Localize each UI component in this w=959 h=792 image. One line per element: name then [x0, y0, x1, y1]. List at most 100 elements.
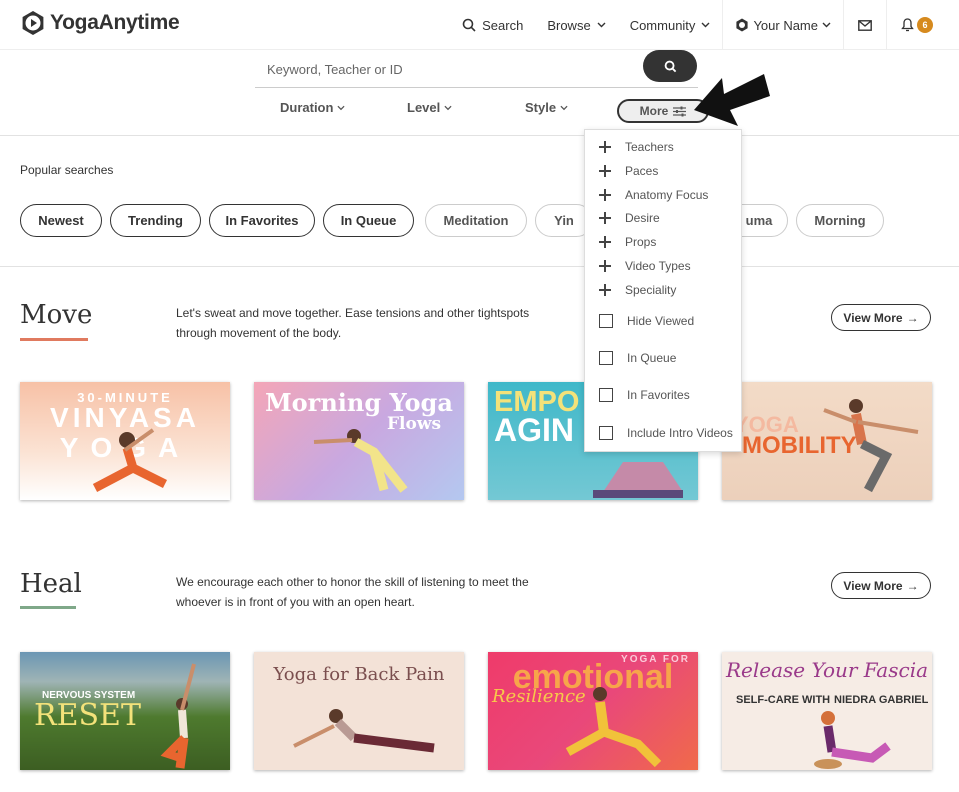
plus-icon [599, 212, 611, 224]
logo[interactable]: YogaAnytime [20, 10, 180, 36]
video-card-morning-yoga[interactable]: Morning Yoga Flows [254, 382, 464, 500]
card-title: NIEDRA GABRIEL [834, 694, 929, 706]
view-more-label: View More [843, 578, 903, 593]
nav-browse[interactable]: Browse [535, 0, 617, 50]
video-card-nervous-system-reset[interactable]: NERVOUS SYSTEM RESET [20, 652, 230, 770]
top-header: YogaAnytime Search Browse Community Your… [0, 0, 959, 50]
chevron-down-icon [444, 105, 452, 110]
desc-line: whoever is in front of you with an open … [176, 595, 415, 609]
pill-trending[interactable]: Trending [110, 204, 201, 237]
nav-messages[interactable] [843, 0, 886, 50]
dropdown-item-speciality[interactable]: Speciality [599, 283, 676, 297]
dropdown-label: Paces [625, 164, 659, 178]
nav-notifications[interactable]: 6 [886, 0, 959, 50]
video-card-vinyasa[interactable]: 30-MINUTE VINYASA YOGA [20, 382, 230, 500]
checkbox[interactable] [599, 426, 613, 440]
checkbox-label: In Favorites [627, 388, 690, 402]
annotation-arrow-icon [694, 74, 770, 126]
dropdown-label: Props [625, 235, 657, 249]
dropdown-label: Desire [625, 211, 660, 225]
logo-icon [22, 11, 44, 35]
view-more-move-button[interactable]: View More → [831, 304, 931, 331]
plus-icon [599, 236, 611, 248]
user-name-label: Your Name [753, 17, 818, 33]
yogi-figure-icon [565, 687, 662, 768]
desc-line: Let's sweat and move together. Ease tens… [176, 306, 530, 320]
pill-morning[interactable]: Morning [796, 204, 884, 237]
popular-searches-label: Popular searches [20, 163, 114, 177]
bell-icon [901, 18, 914, 32]
divider [0, 135, 959, 136]
chevron-down-icon [597, 22, 606, 28]
chevron-down-icon [822, 22, 831, 28]
search-input[interactable] [255, 52, 698, 88]
section-title-heal: Heal [20, 569, 82, 599]
dropdown-label: Teachers [625, 140, 674, 154]
section-underline [20, 338, 88, 341]
pill-newest[interactable]: Newest [20, 204, 102, 237]
plus-icon [599, 141, 611, 153]
chevron-down-icon [337, 105, 346, 110]
view-more-heal-button[interactable]: View More → [831, 572, 931, 599]
checkbox[interactable] [599, 351, 613, 365]
pill-meditation[interactable]: Meditation [425, 204, 527, 237]
more-filters-dropdown: Teachers Paces Anatomy Focus Desire Prop… [584, 129, 742, 452]
arrow-right-icon: → [906, 578, 919, 593]
nav-user-menu[interactable]: Your Name [722, 0, 843, 50]
checkbox-hide-viewed[interactable]: Hide Viewed [599, 314, 694, 328]
divider [0, 266, 959, 267]
nav-search[interactable]: Search [450, 0, 535, 50]
checkbox-include-intro-videos[interactable]: Include Intro Videos [599, 426, 733, 440]
checkbox-in-queue[interactable]: In Queue [599, 351, 676, 365]
search-icon [462, 18, 476, 32]
nav-search-label: Search [482, 17, 524, 33]
filter-duration-label: Duration [280, 100, 334, 115]
section-desc-move: Let's sweat and move together. Ease tens… [176, 303, 556, 343]
dropdown-item-paces[interactable]: Paces [599, 164, 658, 178]
filter-duration[interactable]: Duration [280, 100, 346, 115]
card-title: Release Your Fascia [725, 658, 929, 682]
search-icon [664, 60, 676, 72]
dropdown-label: Anatomy Focus [625, 188, 709, 202]
plus-icon [599, 189, 611, 201]
video-card-back-pain[interactable]: Yoga for Back Pain [254, 652, 464, 770]
sliders-icon [673, 106, 687, 116]
yogi-figure-icon [92, 428, 168, 492]
search-submit-button[interactable] [643, 50, 697, 82]
yogi-figure-icon [823, 399, 919, 493]
filter-level-label: Level [407, 100, 441, 115]
dropdown-item-desire[interactable]: Desire [599, 211, 660, 225]
filter-level[interactable]: Level [407, 100, 452, 115]
arrow-right-icon: → [906, 310, 919, 325]
plus-icon [599, 284, 611, 296]
plus-icon [599, 260, 611, 272]
dropdown-item-anatomy-focus[interactable]: Anatomy Focus [599, 188, 708, 202]
main-nav: Search Browse Community Your Name 6 [450, 0, 959, 50]
section-underline [20, 606, 76, 609]
dropdown-item-teachers[interactable]: Teachers [599, 140, 674, 154]
notification-badge: 6 [917, 17, 933, 33]
video-card-release-fascia[interactable]: Release Your Fascia SELF-CARE WITH NIEDR… [722, 652, 932, 770]
checkbox[interactable] [599, 388, 613, 402]
yogi-figure-icon [160, 663, 196, 769]
desc-line: We encourage each other to honor the ski… [176, 575, 529, 589]
dropdown-label: Speciality [625, 283, 677, 297]
card-title: Yoga for Back Pain [273, 664, 445, 685]
checkbox[interactable] [599, 314, 613, 328]
chevron-down-icon [701, 22, 710, 28]
video-card-yoga-mobility[interactable]: YOGA MOBILITY [722, 382, 932, 500]
user-avatar-icon [736, 18, 749, 32]
pill-in-favorites[interactable]: In Favorites [209, 204, 315, 237]
nav-community[interactable]: Community [618, 0, 723, 50]
filter-style[interactable]: Style [525, 100, 568, 115]
dropdown-item-props[interactable]: Props [599, 235, 656, 249]
dropdown-item-video-types[interactable]: Video Types [599, 259, 691, 273]
checkbox-in-favorites[interactable]: In Favorites [599, 388, 690, 402]
filter-style-label: Style [525, 100, 557, 115]
pill-in-queue[interactable]: In Queue [323, 204, 414, 237]
section-desc-heal: We encourage each other to honor the ski… [176, 572, 556, 612]
nav-browse-label: Browse [547, 17, 591, 33]
checkbox-label: Include Intro Videos [627, 426, 733, 440]
video-card-emotional-resilience[interactable]: YOGA FOR emotional Resilience [488, 652, 698, 770]
envelope-icon [858, 19, 872, 31]
